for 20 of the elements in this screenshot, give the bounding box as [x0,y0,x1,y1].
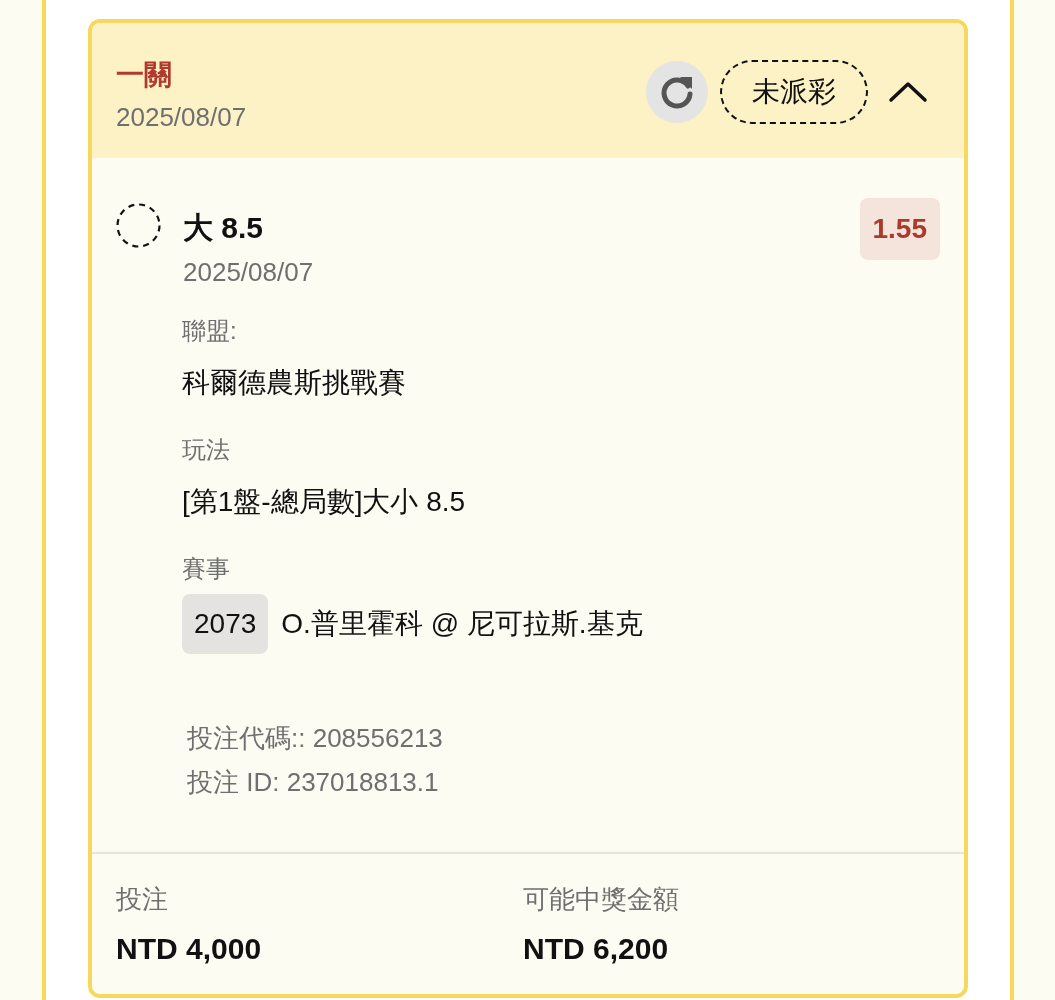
field-value: 科爾德農斯挑戰賽 [182,366,406,400]
bet-reference: 投注 ID: 237018813.1 [187,766,439,799]
odds-badge: 1.55 [859,198,940,260]
selection-name: 大 8.5 [183,210,264,246]
event-code-badge: 2073 [182,594,269,654]
field-value: [第1盤-總局數]大小 8.5 [182,485,466,519]
dashed-circle-icon [116,203,161,248]
summary-amount: NTD 6,200 [523,931,669,967]
summary-amount: NTD 4,000 [116,931,262,967]
field-label: 聯盟: [182,316,237,346]
field-label: 賽事 [182,554,230,584]
bet-reference: 投注代碼:: 208556213 [187,722,443,755]
field-label: 玩法 [182,435,230,465]
summary-label: 可能中獎金額 [523,883,679,916]
bet-title: 一關 [116,58,172,92]
summary-label: 投注 [116,883,168,916]
bet-date: 2025/08/07 [116,101,247,134]
status-badge: 未派彩 [720,60,868,124]
event-name: O.普里霍科 @ 尼可拉斯.基克 [281,607,643,641]
selection-date: 2025/08/07 [183,256,314,289]
